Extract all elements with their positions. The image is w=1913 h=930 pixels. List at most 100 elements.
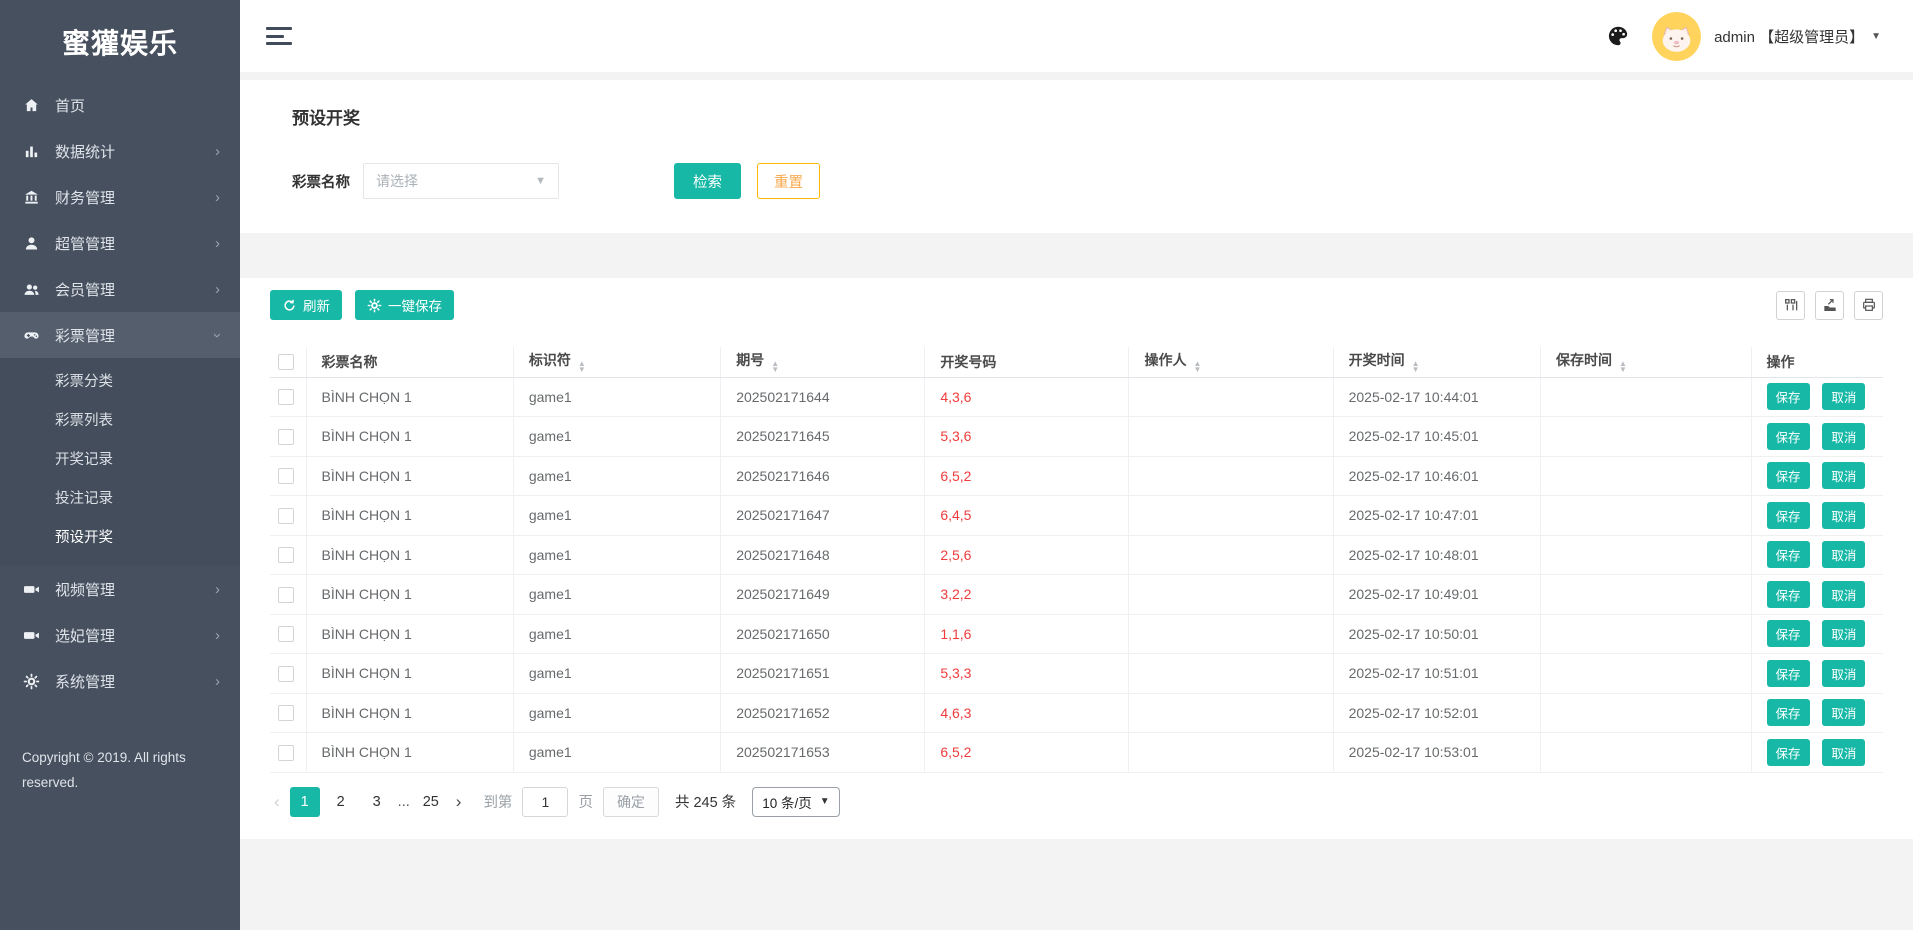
page-number[interactable]: 2 [326, 787, 356, 817]
page-number[interactable]: 25 [416, 787, 446, 817]
row-cancel-button[interactable]: 取消 [1822, 541, 1866, 569]
sidebar-item-finance[interactable]: 财务管理 › [0, 174, 240, 220]
header-save-time[interactable]: 保存时间 ▲ ▼ [1539, 347, 1751, 378]
cell-draw-time: 2025-02-17 10:50:01 [1332, 614, 1541, 654]
row-save-button[interactable]: 保存 [1766, 383, 1810, 411]
save-all-button[interactable]: 一键保存 [355, 290, 454, 320]
cell-save-time [1539, 416, 1751, 457]
sidebar-item-video[interactable]: 视频管理 › [0, 566, 240, 612]
cell-save-time [1539, 377, 1751, 417]
next-page-icon[interactable]: › [452, 792, 474, 812]
row-checkbox[interactable] [278, 468, 294, 485]
goto-label: 到第 [483, 795, 513, 811]
menu-toggle-icon[interactable] [266, 23, 292, 50]
row-save-button[interactable]: 保存 [1766, 659, 1810, 687]
cell-code: game1 [512, 732, 721, 773]
chevron-down-icon: ▼ [535, 175, 546, 187]
page-size-select[interactable]: 10 条/页 ▼ [752, 786, 840, 817]
print-icon[interactable] [1854, 290, 1883, 320]
row-save-button[interactable]: 保存 [1766, 541, 1810, 569]
row-save-button[interactable]: 保存 [1766, 580, 1810, 608]
sidebar-nav: 首页 数据统计 › 财务管理 › 超管管理 › 会员管理 › 彩票管理 › 彩票… [0, 82, 240, 704]
header-issue[interactable]: 期号 ▲ ▼ [720, 347, 925, 378]
search-button[interactable]: 检索 [674, 163, 741, 199]
row-checkbox[interactable] [278, 744, 294, 761]
sidebar-item-home[interactable]: 首页 [0, 82, 240, 128]
row-save-button[interactable]: 保存 [1766, 620, 1810, 648]
export-icon[interactable] [1815, 290, 1844, 320]
sort-icon[interactable]: ▲ ▼ [1412, 360, 1420, 374]
cell-operator [1128, 732, 1334, 773]
cell-draw-time: 2025-02-17 10:51:01 [1332, 653, 1541, 694]
header-draw-numbers: 开奖号码 [924, 347, 1129, 378]
goto-page-input[interactable] [522, 786, 569, 817]
row-checkbox[interactable] [278, 626, 294, 643]
goto-confirm-button[interactable]: 确定 [602, 786, 659, 817]
user-menu[interactable]: admin 【超级管理员】 ▼ [1714, 26, 1881, 47]
cell-operator [1128, 456, 1334, 496]
sidebar-item-system[interactable]: 系统管理 › [0, 658, 240, 704]
sort-icon[interactable]: ▲ ▼ [1193, 360, 1201, 374]
sidebar-item-superadmin[interactable]: 超管管理 › [0, 220, 240, 266]
table-row: BÌNH CHỌN 1 game1 202502171647 6,4,5 202… [270, 495, 1883, 536]
row-cancel-button[interactable]: 取消 [1822, 659, 1866, 687]
avatar[interactable] [1652, 11, 1702, 61]
row-checkbox[interactable] [278, 586, 294, 603]
submenu-item-draw-records[interactable]: 开奖记录 [0, 441, 240, 480]
cell-operator [1128, 653, 1334, 694]
row-cancel-button[interactable]: 取消 [1822, 580, 1866, 608]
header-operator[interactable]: 操作人 ▲ ▼ [1128, 347, 1334, 378]
refresh-button[interactable]: 刷新 [270, 290, 342, 320]
row-checkbox[interactable] [278, 705, 294, 722]
row-checkbox[interactable] [278, 665, 294, 682]
chevron-right-icon: › [215, 280, 220, 298]
reset-button[interactable]: 重置 [757, 163, 820, 199]
submenu-item-preset-draw[interactable]: 预设开奖 [0, 519, 240, 558]
row-save-button[interactable]: 保存 [1766, 738, 1810, 766]
row-cancel-button[interactable]: 取消 [1822, 383, 1866, 411]
submenu-item-bet-records[interactable]: 投注记录 [0, 480, 240, 519]
cell-operator [1128, 574, 1334, 615]
lottery-name-select[interactable]: 请选择 ▼ [363, 163, 559, 199]
cell-issue: 202502171651 [720, 653, 925, 694]
row-cancel-button[interactable]: 取消 [1822, 501, 1866, 529]
header-draw-time[interactable]: 开奖时间 ▲ ▼ [1332, 347, 1541, 378]
cell-code: game1 [512, 693, 721, 733]
table-row: BÌNH CHỌN 1 game1 202502171646 6,5,2 202… [270, 456, 1883, 496]
sidebar-item-lottery[interactable]: 彩票管理 › [0, 312, 240, 358]
prev-page-icon[interactable]: ‹ [270, 792, 290, 812]
row-cancel-button[interactable]: 取消 [1822, 620, 1866, 648]
sidebar-item-statistics[interactable]: 数据统计 › [0, 128, 240, 174]
row-save-button[interactable]: 保存 [1766, 501, 1810, 529]
row-checkbox[interactable] [278, 507, 294, 524]
sort-icon[interactable]: ▲ ▼ [771, 360, 779, 374]
row-cancel-button[interactable]: 取消 [1822, 699, 1866, 727]
sort-icon[interactable]: ▲ ▼ [578, 360, 586, 374]
select-all-checkbox[interactable] [278, 354, 294, 371]
sort-icon[interactable]: ▲ ▼ [1619, 360, 1627, 374]
cell-draw-time: 2025-02-17 10:44:01 [1332, 377, 1541, 417]
page-number[interactable]: 1 [289, 786, 320, 817]
row-checkbox[interactable] [278, 389, 294, 406]
row-save-button[interactable]: 保存 [1766, 699, 1810, 727]
cell-issue: 202502171649 [720, 574, 925, 615]
theme-palette-icon[interactable] [1606, 24, 1630, 48]
row-save-button[interactable]: 保存 [1766, 462, 1810, 490]
row-cancel-button[interactable]: 取消 [1822, 422, 1866, 450]
submenu-item-lottery-list[interactable]: 彩票列表 [0, 402, 240, 441]
chevron-down-icon: › [209, 332, 226, 338]
row-cancel-button[interactable]: 取消 [1822, 462, 1866, 490]
submenu-item-lottery-category[interactable]: 彩票分类 [0, 363, 240, 402]
page-number[interactable]: 3 [362, 787, 392, 817]
columns-icon[interactable] [1776, 290, 1805, 320]
row-cancel-button[interactable]: 取消 [1822, 738, 1866, 766]
row-save-button[interactable]: 保存 [1766, 422, 1810, 450]
header-code[interactable]: 标识符 ▲ ▼ [512, 347, 721, 378]
sidebar-item-label: 视频管理 [55, 581, 116, 599]
row-checkbox[interactable] [278, 428, 294, 445]
sidebar-item-members[interactable]: 会员管理 › [0, 266, 240, 312]
table-tool-icons [1776, 290, 1883, 320]
sidebar-item-concubine[interactable]: 选妃管理 › [0, 612, 240, 658]
chevron-right-icon: › [215, 672, 220, 690]
row-checkbox[interactable] [278, 547, 294, 564]
